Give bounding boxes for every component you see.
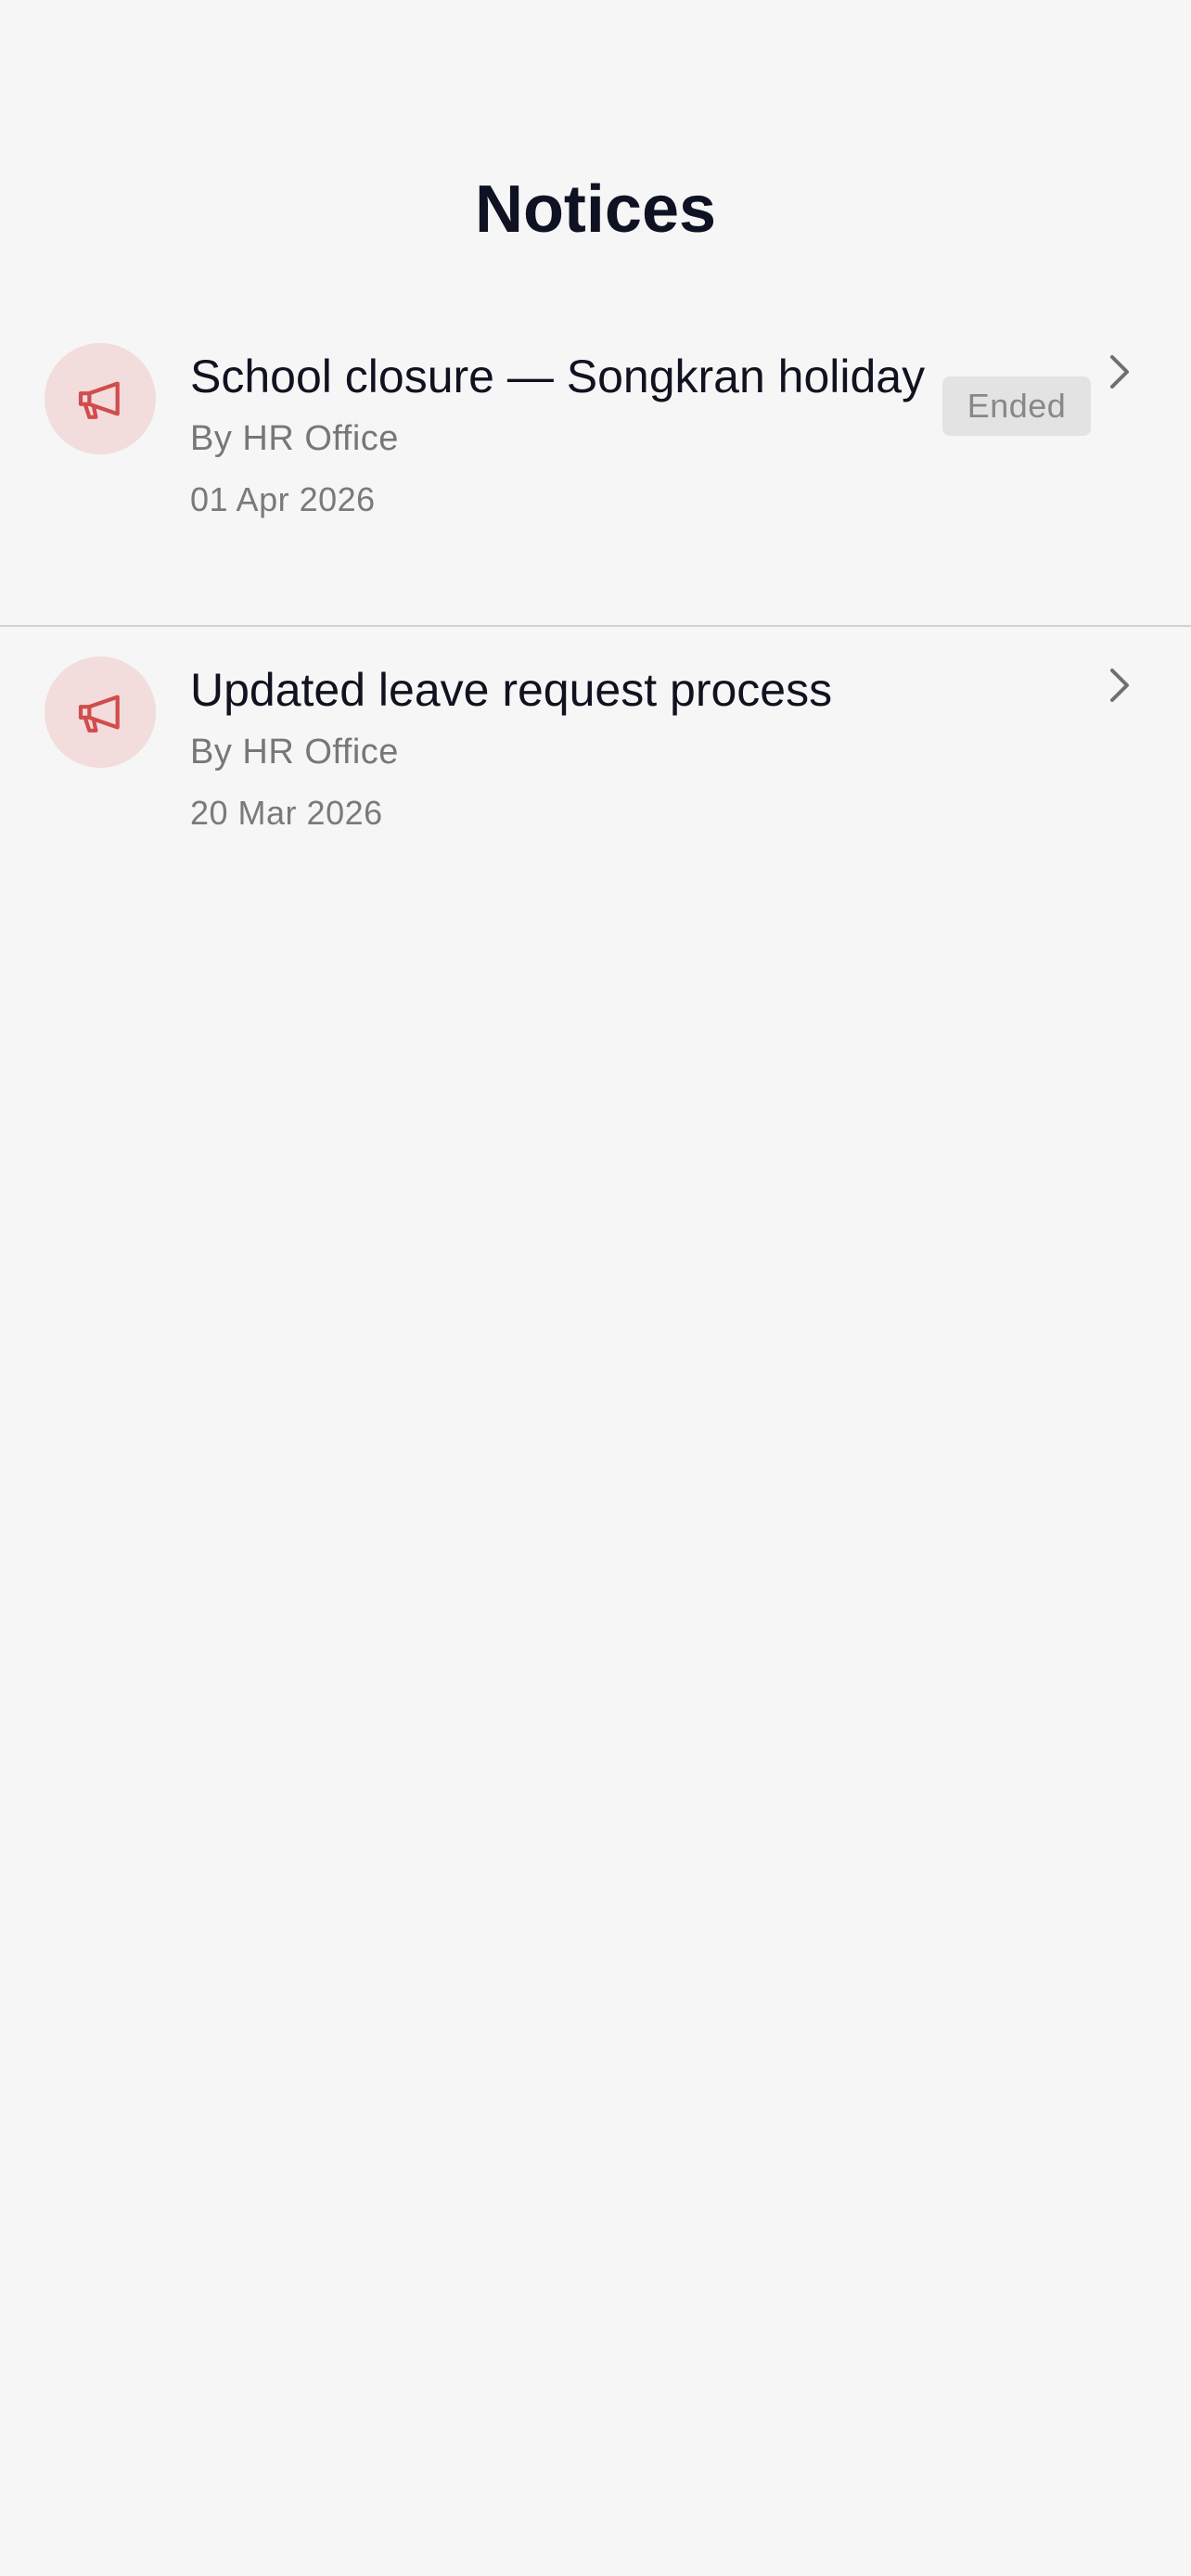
notice-title: Updated leave request process [190,664,833,716]
status-badge: Ended [942,376,1091,436]
page-title: Notices [474,172,717,247]
megaphone-icon [78,381,120,419]
notice-icon-badge [45,343,156,454]
notice-author: By HR Office [190,419,399,458]
list-item-notice[interactable]: Updated leave request process By HR Offi… [0,627,1191,868]
notice-author: By HR Office [190,733,399,772]
notice-text: Updated leave request process By HR Offi… [190,658,1071,835]
notice-date: 01 Apr 2026 [190,480,376,518]
notice-date: 20 Mar 2026 [190,794,383,832]
notice-text: School closure — Songkran holiday By HR … [190,345,932,521]
megaphone-icon [78,695,120,733]
list-item-notice[interactable]: School closure — Songkran holiday By HR … [0,315,1191,627]
chevron-right-icon [1110,669,1129,702]
chevron-right-icon [1110,355,1129,389]
notice-title: School closure — Songkran holiday [190,351,926,402]
notice-list: School closure — Songkran holiday By HR … [0,315,1191,868]
notice-icon-badge [45,657,156,768]
